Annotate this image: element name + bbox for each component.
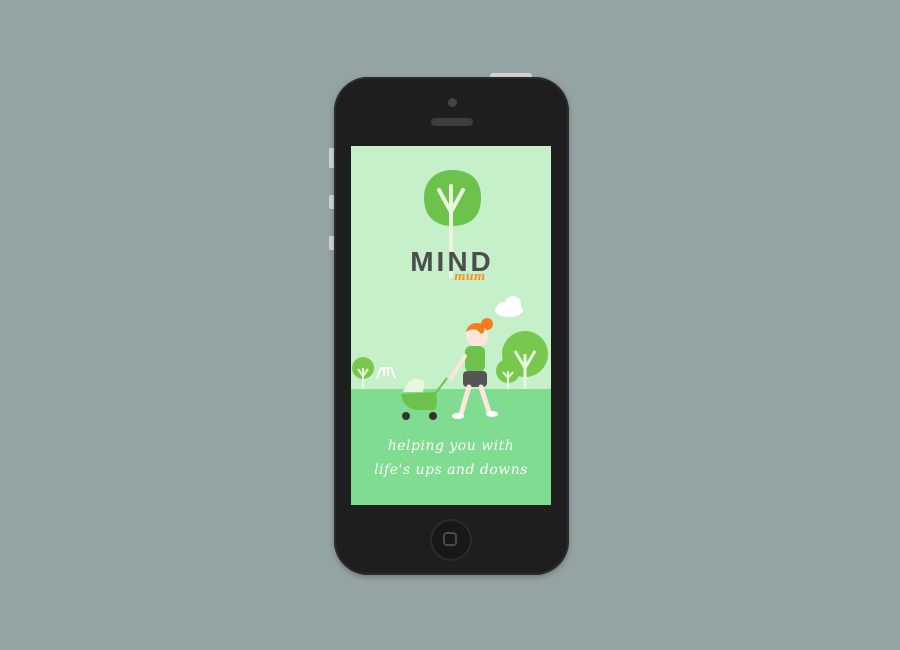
mother-figure: [449, 318, 498, 419]
earpiece-speaker: [431, 118, 473, 126]
big-tree-icon: [496, 331, 548, 389]
pram-icon: [401, 377, 448, 420]
home-square-icon: [443, 532, 457, 546]
tagline: helping you with life's ups and downs: [351, 434, 551, 482]
park-illustration: [352, 296, 548, 420]
home-button[interactable]: [430, 519, 472, 561]
swing-icon: [376, 367, 396, 379]
cloud-icon: [495, 296, 523, 317]
tagline-line-2: life's ups and downs: [374, 462, 528, 478]
splash-screen: MIND mum helping you with life's ups and…: [351, 146, 551, 505]
front-camera: [448, 98, 457, 107]
small-tree-icon: [352, 357, 374, 389]
tagline-line-1: helping you with: [387, 438, 515, 454]
